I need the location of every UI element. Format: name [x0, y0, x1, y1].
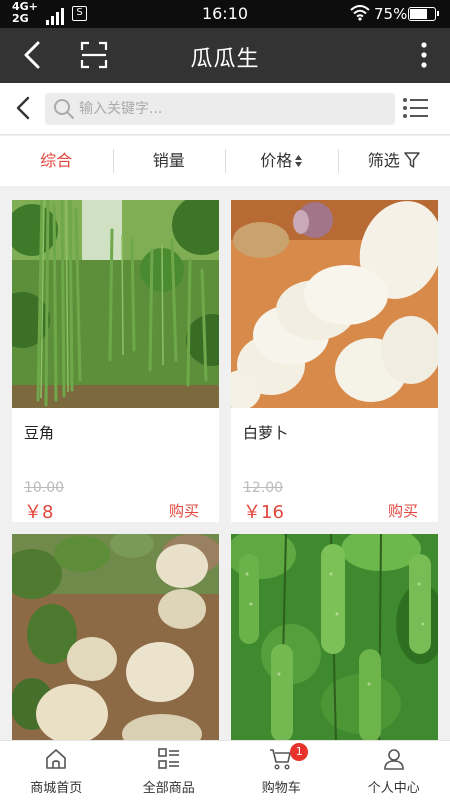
- product-name: 豆角: [24, 424, 55, 442]
- cart-count-badge: 1: [290, 743, 309, 761]
- nav-label: 购物车: [261, 781, 301, 796]
- user-icon: [383, 749, 404, 770]
- sort-label: 价格: [260, 151, 293, 170]
- search-icon: [54, 99, 74, 119]
- product-image-long-beans: [12, 200, 219, 408]
- battery-icon: [408, 7, 439, 21]
- product-card[interactable]: [12, 534, 219, 740]
- product-original-price: 10.00: [24, 480, 65, 496]
- product-image-cucumbers: [231, 534, 438, 740]
- product-price: ￥8: [24, 502, 54, 523]
- nav-all-products[interactable]: 全部商品: [113, 741, 226, 800]
- search-box[interactable]: [45, 93, 395, 125]
- page-title: 瓜瓜生: [190, 47, 260, 72]
- more-vertical-icon[interactable]: [414, 40, 434, 70]
- search-bar: [0, 83, 450, 135]
- product-card[interactable]: [231, 534, 438, 740]
- product-original-price: 12.00: [243, 480, 284, 496]
- bottom-nav: 商城首页 全部商品 1 购物车 个人中心: [0, 740, 450, 800]
- sort-label: 综合: [40, 151, 73, 170]
- product-image-white-radish: [231, 200, 438, 408]
- back-chevron-icon[interactable]: [12, 95, 34, 121]
- wifi-icon: [350, 5, 370, 21]
- nav-profile[interactable]: 个人中心: [338, 741, 450, 800]
- product-card[interactable]: 豆角 10.00 ￥8 购买: [12, 200, 219, 523]
- filter-funnel-icon: [404, 151, 420, 168]
- nav-home[interactable]: 商城首页: [0, 741, 113, 800]
- list-view-icon[interactable]: [402, 96, 430, 120]
- nav-label: 商城首页: [30, 781, 83, 796]
- sort-arrows-icon: [295, 154, 303, 167]
- nav-label: 个人中心: [367, 781, 420, 796]
- sort-label: 销量: [152, 151, 185, 170]
- sort-sales[interactable]: 销量: [112, 136, 226, 186]
- product-name: 白萝卜: [243, 424, 289, 442]
- search-input[interactable]: [79, 93, 379, 125]
- sort-filter[interactable]: 筛选: [337, 136, 450, 186]
- nav-cart[interactable]: 1 购物车: [225, 741, 338, 800]
- nav-label: 全部商品: [142, 781, 195, 796]
- sort-comprehensive[interactable]: 综合: [0, 136, 113, 186]
- battery-percent: 75%: [374, 5, 408, 23]
- product-grid: 豆角 10.00 ￥8 购买 白萝卜 12.00 ￥16 购买: [0, 186, 450, 740]
- product-card[interactable]: 白萝卜 12.00 ￥16 购买: [231, 200, 438, 523]
- sort-label: 筛选: [367, 151, 400, 170]
- status-bar: 4G+ 2G S 16:10 75%: [0, 0, 450, 28]
- buy-button[interactable]: 购买: [388, 500, 418, 521]
- title-bar: 瓜瓜生: [0, 28, 450, 83]
- product-image-potatoes: [12, 534, 219, 740]
- product-price: ￥16: [243, 502, 284, 523]
- home-icon: [46, 749, 67, 769]
- sort-bar: 综合 销量 价格 筛选: [0, 136, 450, 186]
- grid-list-icon: [157, 748, 179, 769]
- sort-price[interactable]: 价格: [225, 136, 338, 186]
- buy-button[interactable]: 购买: [169, 500, 199, 521]
